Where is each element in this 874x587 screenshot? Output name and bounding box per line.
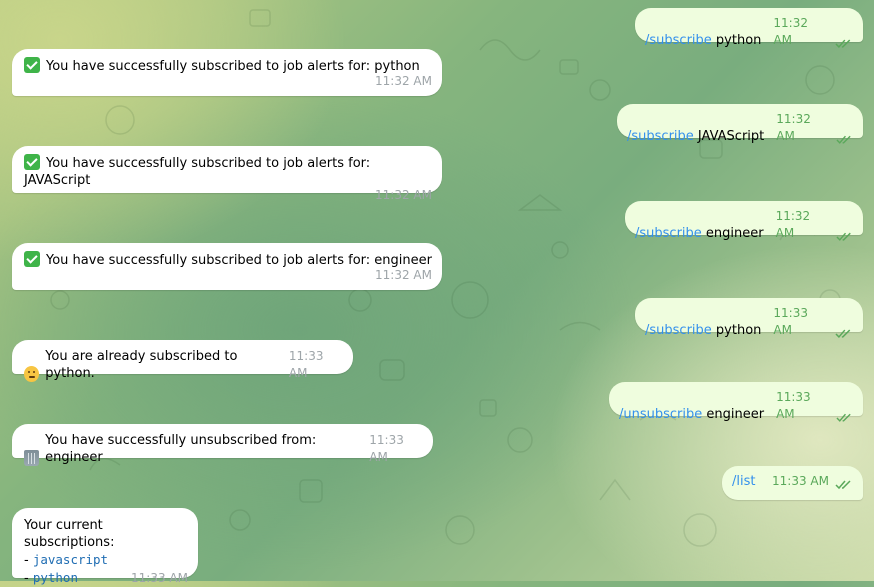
double-check-icon (835, 480, 851, 490)
message-time: 11:33 AM (776, 390, 811, 421)
message-time: 11:32 AM (375, 268, 432, 282)
command-argument: python (715, 33, 762, 48)
command-link[interactable]: /subscribe (627, 128, 694, 145)
incoming-message[interactable]: Your current subscriptions: - javascript… (12, 508, 198, 586)
outgoing-message[interactable]: /subscribe engineer 11:32 AM (625, 201, 863, 241)
subscriptions-title: Your current subscriptions: (24, 518, 115, 550)
command-link[interactable]: /subscribe (645, 322, 712, 339)
command-argument: engineer (706, 407, 765, 422)
subscription-item[interactable]: python (33, 570, 78, 585)
double-check-icon (835, 329, 851, 339)
message-time: 11:33 AM (288, 349, 324, 380)
command-argument: python (715, 323, 762, 338)
incoming-message[interactable]: You have successfully unsubscribed from:… (12, 424, 433, 466)
outgoing-message[interactable]: /subscribe python 11:32 AM (635, 8, 863, 49)
double-check-icon (836, 135, 851, 144)
message-time: 11:32 AM (773, 16, 808, 47)
outgoing-message[interactable]: /unsubscribe engineer 11:33 AM (609, 382, 863, 422)
message-time: 11:32 AM (375, 188, 432, 202)
incoming-message[interactable]: You have successfully subscribed to job … (12, 243, 442, 290)
command-link[interactable]: /list (732, 473, 755, 490)
outgoing-message[interactable]: /list 11:33 AM (722, 466, 863, 500)
incoming-message[interactable]: You have successfully subscribed to job … (12, 49, 442, 96)
check-mark-icon (24, 251, 40, 267)
command-link[interactable]: /subscribe (645, 32, 712, 49)
double-check-icon (836, 413, 851, 422)
double-check-icon (836, 232, 851, 241)
double-check-icon (835, 39, 851, 49)
message-text: You have successfully subscribed to job … (46, 253, 432, 268)
message-text: You are already subscribed to python. (45, 349, 238, 381)
message-time: 11:33 AM (131, 571, 188, 585)
thinking-face-icon (24, 366, 40, 382)
wastebasket-icon (24, 450, 40, 466)
check-mark-icon (24, 57, 40, 73)
incoming-message[interactable]: You have successfully subscribed to job … (12, 146, 442, 202)
command-link[interactable]: /subscribe (635, 225, 702, 242)
command-argument: engineer (705, 226, 764, 241)
message-time: 11:33 AM (772, 474, 829, 488)
subscription-item[interactable]: javascript (33, 552, 108, 567)
outgoing-message[interactable]: /subscribe python 11:33 AM (635, 298, 863, 339)
command-argument: JAVAScript (697, 129, 765, 144)
message-text: You have successfully unsubscribed from:… (45, 433, 317, 465)
message-time: 11:32 AM (776, 112, 811, 143)
message-time: 11:32 AM (375, 74, 432, 88)
incoming-message[interactable]: You are already subscribed to python. 11… (12, 340, 353, 382)
message-text: You have successfully subscribed to job … (46, 59, 420, 74)
message-text: You have successfully subscribed to job … (24, 156, 371, 188)
check-mark-icon (24, 154, 40, 170)
message-time: 11:33 AM (773, 306, 808, 337)
chat-area: /subscribe python 11:32 AM /subscribe JA… (0, 0, 874, 586)
message-time: 11:32 AM (775, 209, 811, 240)
command-link[interactable]: /unsubscribe (619, 406, 702, 423)
outgoing-message[interactable]: /subscribe JAVAScript 11:32 AM (617, 104, 863, 144)
message-time: 11:33 AM (369, 433, 404, 464)
